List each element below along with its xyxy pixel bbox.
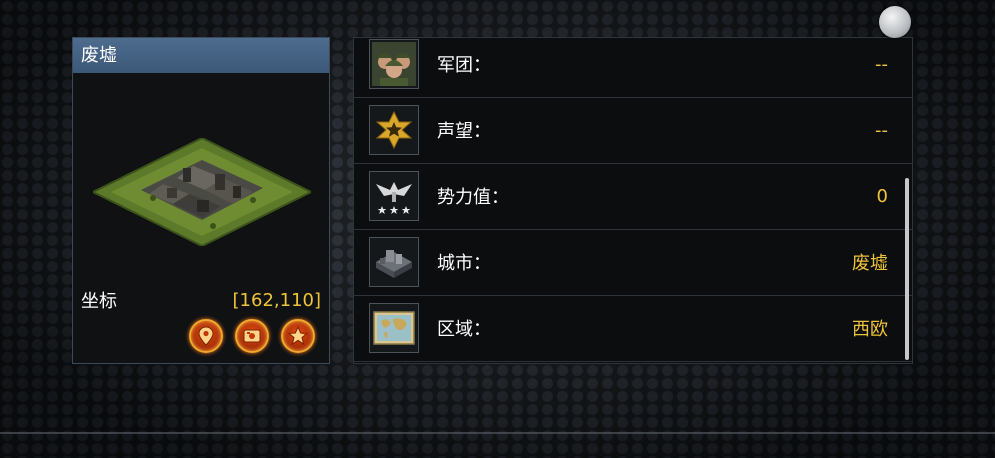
location-pin-icon (198, 326, 214, 346)
close-button[interactable] (879, 6, 911, 38)
tile-card: 废墟 坐标 [162,110] + (72, 37, 330, 364)
svg-text:+: + (302, 330, 308, 338)
coordinate-row: 坐标 [162,110] (81, 288, 321, 313)
share-icon (243, 329, 261, 343)
tile-title: 废墟 (73, 38, 329, 73)
gold-star-badge-icon (369, 105, 419, 155)
info-label-legion: 军团： (437, 55, 491, 76)
info-row-legion: 军团： -- (354, 38, 912, 98)
location-button[interactable] (189, 319, 223, 353)
share-button[interactable] (235, 319, 269, 353)
info-label-city: 城市： (437, 253, 491, 274)
world-map-icon (369, 303, 419, 353)
favorite-star-icon: + (288, 326, 308, 346)
info-label-prestige: 声望： (437, 121, 491, 142)
soldiers-icon (369, 39, 419, 89)
info-value-city: 废墟 (852, 253, 888, 274)
info-row-prestige: 声望： -- (354, 97, 912, 164)
bottom-divider (0, 432, 995, 434)
tile-info-panel: 军团： -- 声望： -- 势力值： 0 城市： 废墟 区域： 西欧 (353, 37, 913, 364)
info-row-power: 势力值： 0 (354, 163, 912, 230)
info-row-city: 城市： 废墟 (354, 229, 912, 296)
info-value-region: 西欧 (852, 319, 888, 340)
coordinate-value: [162,110] (232, 289, 321, 311)
info-scrollbar[interactable] (905, 178, 909, 360)
ruins-tile-image (93, 138, 311, 246)
info-value-prestige: -- (875, 119, 888, 141)
favorite-button[interactable]: + (281, 319, 315, 353)
info-value-legion: -- (875, 53, 888, 75)
coordinate-label: 坐标 (81, 291, 117, 312)
info-row-region: 区域： 西欧 (354, 295, 912, 362)
city-building-icon (369, 237, 419, 287)
info-label-power: 势力值： (437, 187, 509, 208)
info-value-power: 0 (876, 185, 888, 207)
tile-action-buttons: + (189, 319, 315, 353)
eagle-emblem-icon (369, 171, 419, 221)
info-label-region: 区域： (437, 319, 491, 340)
